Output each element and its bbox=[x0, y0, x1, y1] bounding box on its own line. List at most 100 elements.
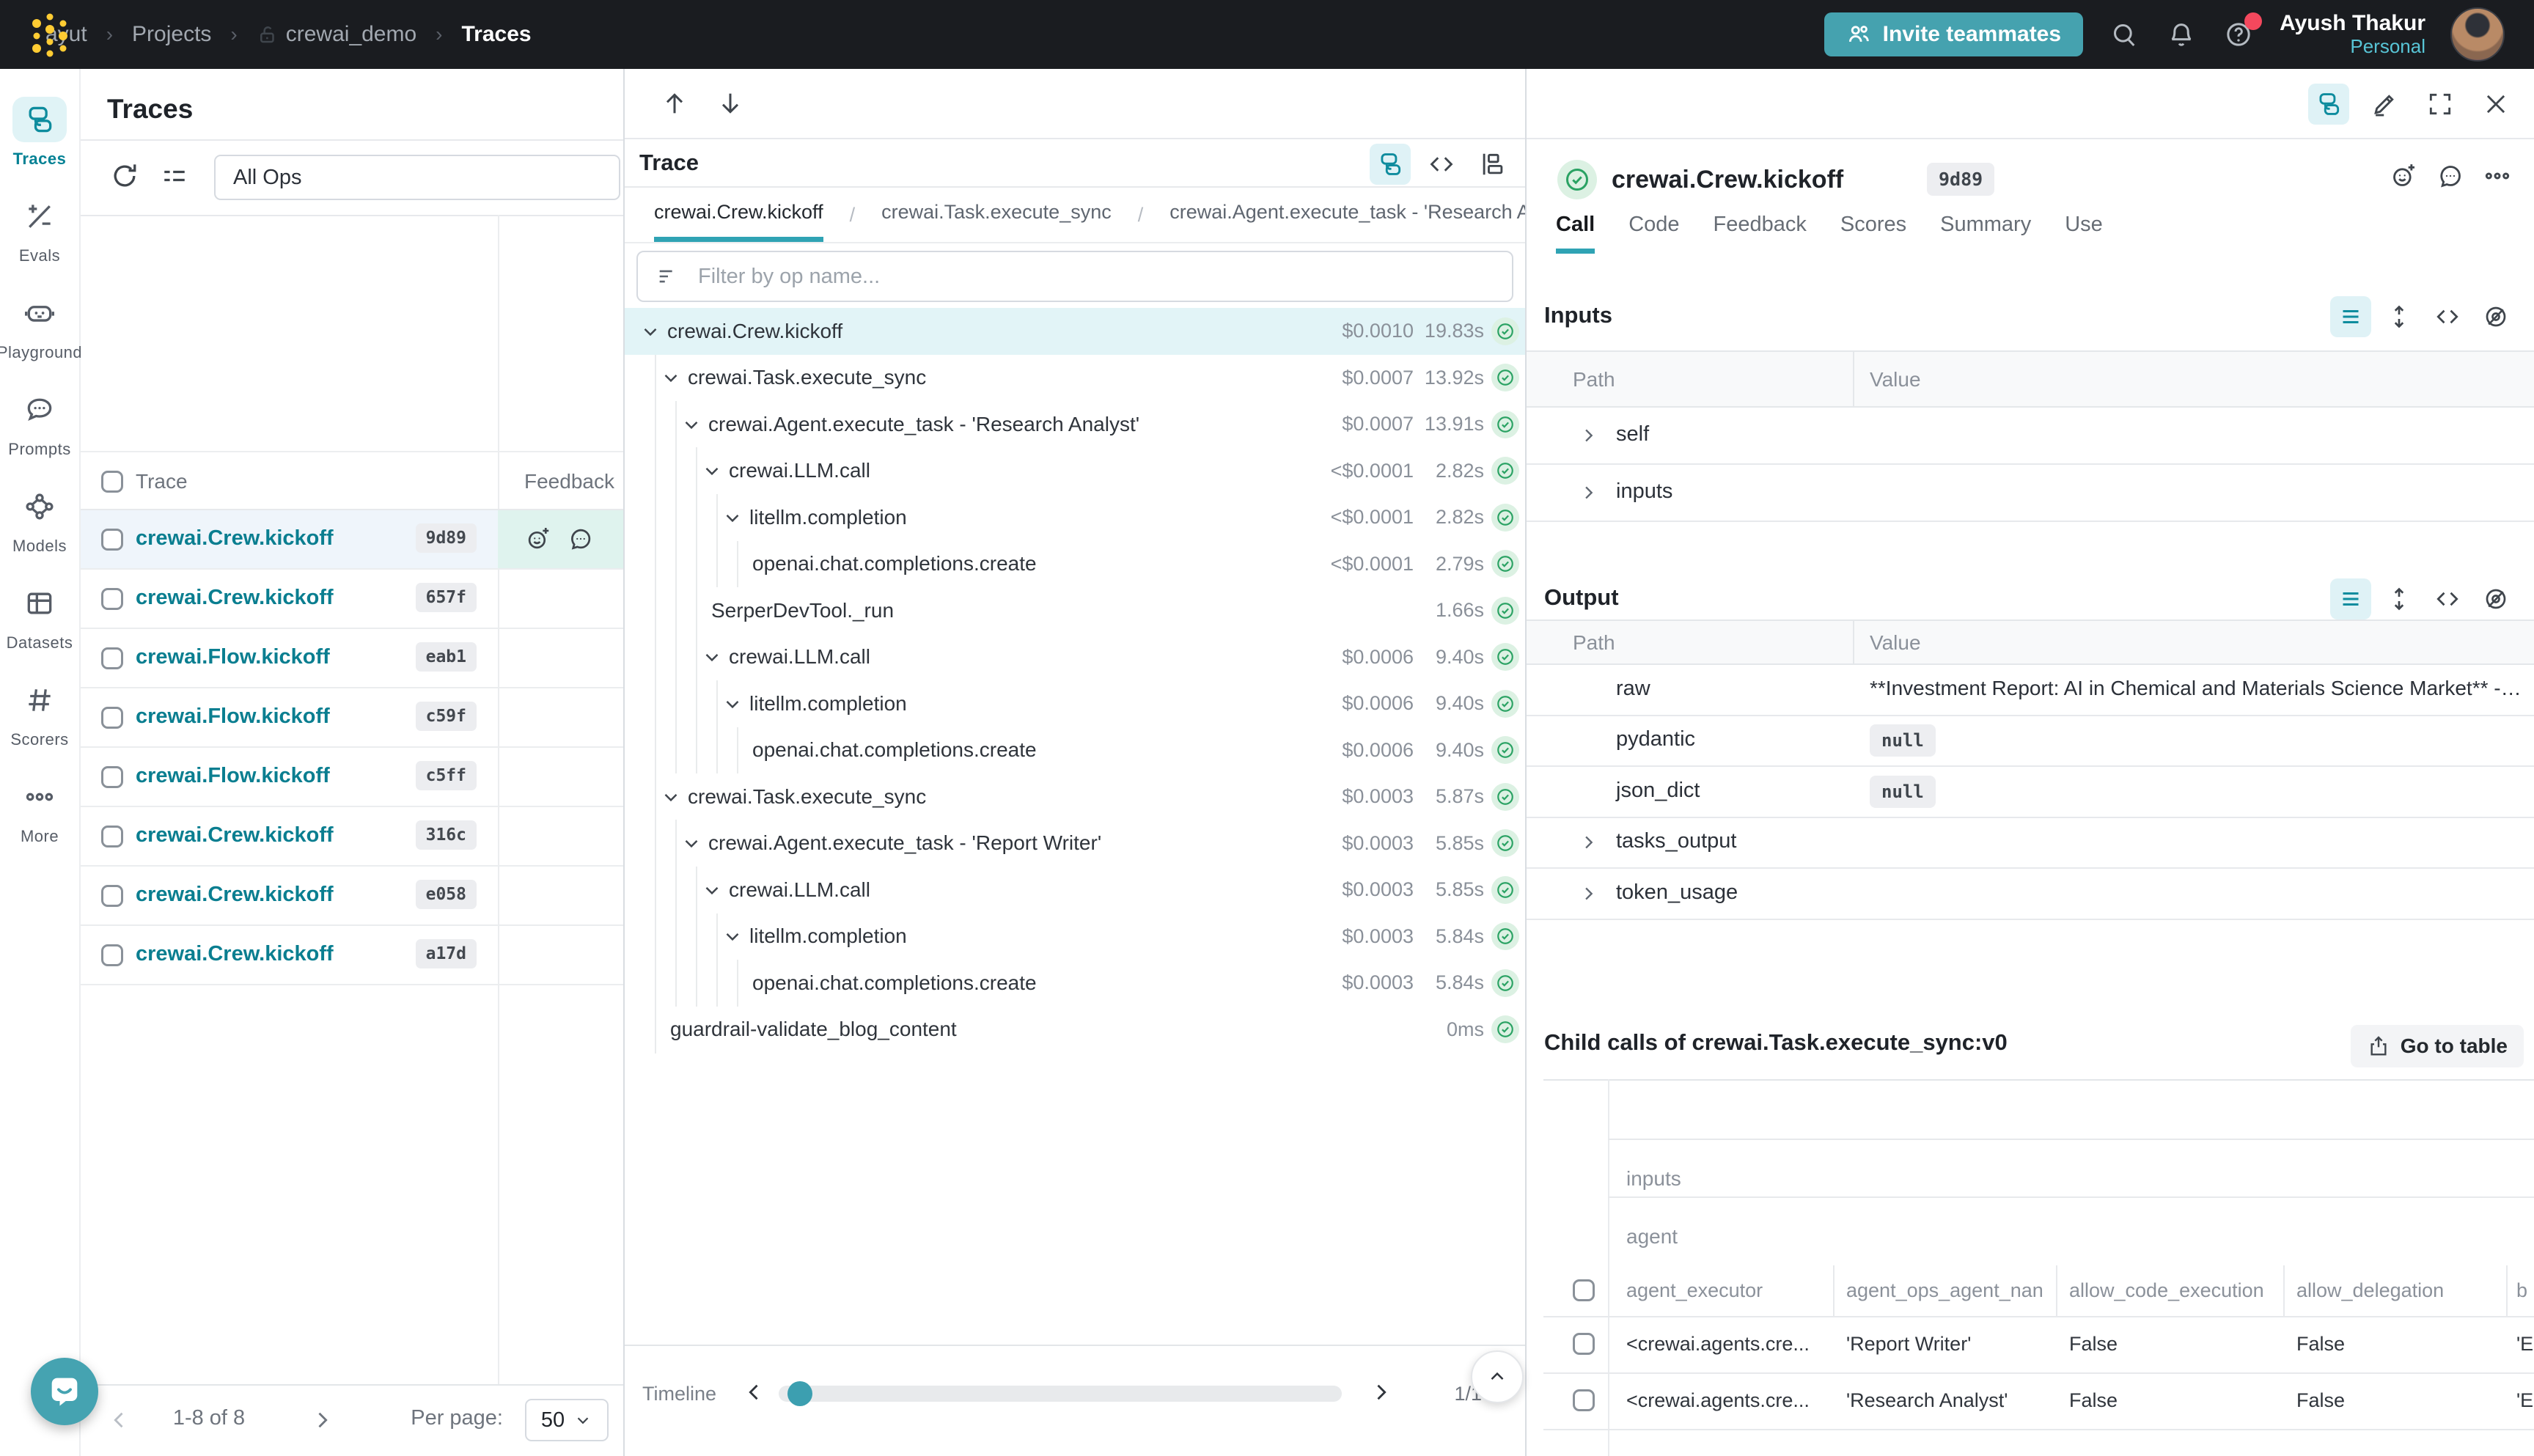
scroll-to-top-button[interactable] bbox=[1471, 1350, 1524, 1403]
output-row-tasks-output[interactable]: tasks_output bbox=[1527, 818, 2534, 869]
row-checkbox[interactable] bbox=[101, 766, 123, 788]
code-view-icon[interactable] bbox=[2427, 296, 2468, 337]
trace-link[interactable]: crewai.Flow.kickoff bbox=[136, 705, 330, 729]
avatar[interactable] bbox=[2450, 7, 2505, 62]
add-emoji-icon[interactable] bbox=[2389, 161, 2418, 191]
sidebar-item-traces[interactable]: Traces bbox=[0, 97, 80, 194]
sidebar-item-scorers[interactable]: Scorers bbox=[0, 677, 80, 774]
output-row-json-dict[interactable]: json_dict null bbox=[1527, 767, 2534, 818]
tab-crew-kickoff[interactable]: crewai.Crew.kickoff bbox=[654, 188, 823, 242]
chevron-down-icon[interactable] bbox=[701, 879, 723, 901]
timeline-prev-icon[interactable] bbox=[742, 1380, 767, 1405]
more-icon[interactable] bbox=[2483, 161, 2512, 191]
ops-filter-select[interactable]: All Ops bbox=[214, 155, 620, 200]
chevron-right-icon[interactable] bbox=[1578, 883, 1598, 904]
trace-link[interactable]: crewai.Flow.kickoff bbox=[136, 764, 330, 788]
table-row[interactable]: crewai.Crew.kickoff 316c bbox=[81, 807, 623, 867]
output-row-pydantic[interactable]: pydantic null bbox=[1527, 716, 2534, 768]
table-row[interactable]: crewai.Flow.kickoff eab1 bbox=[81, 629, 623, 688]
tab-code[interactable]: Code bbox=[1628, 213, 1679, 254]
comment-icon[interactable] bbox=[567, 525, 595, 553]
chevron-right-icon[interactable] bbox=[1578, 482, 1598, 503]
trace-link[interactable]: crewai.Crew.kickoff bbox=[136, 526, 334, 551]
chevron-down-icon[interactable] bbox=[721, 507, 743, 529]
table-row[interactable]: crewai.Crew.kickoff a17d bbox=[81, 926, 623, 985]
sidebar-item-evals[interactable]: Evals bbox=[0, 194, 80, 290]
expand-rows-icon[interactable] bbox=[2379, 578, 2420, 619]
fullscreen-icon[interactable] bbox=[2420, 84, 2461, 125]
hide-icon[interactable] bbox=[2475, 578, 2516, 619]
tab-use[interactable]: Use bbox=[2065, 213, 2103, 254]
sidebar-item-prompts[interactable]: Prompts bbox=[0, 387, 80, 484]
list-view-icon[interactable] bbox=[2330, 296, 2371, 337]
column-header[interactable]: allow_code_execution bbox=[2069, 1279, 2264, 1302]
user-block[interactable]: Ayush Thakur Personal bbox=[2280, 11, 2425, 58]
tab-feedback[interactable]: Feedback bbox=[1714, 213, 1807, 254]
list-view-icon[interactable] bbox=[2330, 578, 2371, 619]
table-row[interactable]: crewai.Flow.kickoff c59f bbox=[81, 688, 623, 748]
trace-link[interactable]: crewai.Crew.kickoff bbox=[136, 942, 334, 966]
tree-row[interactable]: crewai.LLM.call $0.0003 5.85s bbox=[625, 867, 1525, 913]
tree-row[interactable]: litellm.completion <$0.0001 2.82s bbox=[625, 494, 1525, 541]
tab-scores[interactable]: Scores bbox=[1840, 213, 1906, 254]
chevron-down-icon[interactable] bbox=[680, 413, 702, 435]
table-row[interactable]: crewai.Crew.kickoff 9d89 bbox=[81, 510, 623, 570]
tree-row[interactable]: crewai.Task.execute_sync $0.0003 5.87s bbox=[625, 773, 1525, 820]
filter-columns-button[interactable] bbox=[158, 160, 191, 192]
code-view-icon[interactable] bbox=[2427, 578, 2468, 619]
tab-task-execute-sync[interactable]: crewai.Task.execute_sync bbox=[881, 188, 1112, 242]
tree-row[interactable]: crewai.Agent.execute_task - 'Report Writ… bbox=[625, 820, 1525, 867]
chat-widget-button[interactable] bbox=[31, 1358, 98, 1425]
sidebar-item-datasets[interactable]: Datasets bbox=[0, 581, 80, 677]
sidebar-item-more[interactable]: More bbox=[0, 774, 80, 871]
hide-icon[interactable] bbox=[2475, 296, 2516, 337]
tree-row[interactable]: litellm.completion $0.0006 9.40s bbox=[625, 680, 1525, 727]
invite-teammates-button[interactable]: Invite teammates bbox=[1824, 12, 2083, 56]
chevron-down-icon[interactable] bbox=[701, 646, 723, 668]
table-row[interactable]: crewai.Flow.kickoff c5ff bbox=[81, 748, 623, 807]
expand-rows-icon[interactable] bbox=[2379, 296, 2420, 337]
tree-row[interactable]: litellm.completion $0.0003 5.84s bbox=[625, 913, 1525, 960]
breadcrumb-projects[interactable]: Projects bbox=[132, 22, 211, 47]
wandb-logo[interactable] bbox=[26, 11, 73, 58]
tree-view-icon[interactable] bbox=[2308, 84, 2349, 125]
arrow-up-icon[interactable] bbox=[660, 89, 689, 118]
tab-agent-execute-task[interactable]: crewai.Agent.execute_task - 'Research An… bbox=[1169, 188, 1525, 242]
chevron-right-icon[interactable] bbox=[1578, 832, 1598, 853]
row-checkbox[interactable] bbox=[101, 707, 123, 729]
row-checkbox[interactable] bbox=[101, 885, 123, 907]
tree-row[interactable]: crewai.Crew.kickoff $0.0010 19.83s bbox=[625, 308, 1525, 355]
tab-call[interactable]: Call bbox=[1556, 213, 1595, 254]
row-checkbox[interactable] bbox=[101, 588, 123, 610]
go-to-table-button[interactable]: Go to table bbox=[2351, 1025, 2524, 1067]
tree-row[interactable]: openai.chat.completions.create <$0.0001 … bbox=[625, 541, 1525, 588]
comment-icon[interactable] bbox=[2436, 161, 2465, 191]
feedback-column-header[interactable]: Feedback bbox=[524, 470, 614, 493]
tree-row[interactable]: crewai.LLM.call $0.0006 9.40s bbox=[625, 634, 1525, 681]
inputs-row-self[interactable]: self bbox=[1527, 408, 2534, 465]
column-header[interactable]: agent_executor bbox=[1626, 1279, 1763, 1302]
page-next-icon[interactable] bbox=[309, 1408, 334, 1433]
page-prev-icon[interactable] bbox=[107, 1408, 132, 1433]
timeline-next-icon[interactable] bbox=[1368, 1380, 1393, 1405]
select-all-checkbox[interactable] bbox=[1573, 1279, 1595, 1301]
trace-link[interactable]: crewai.Crew.kickoff bbox=[136, 823, 334, 848]
chevron-down-icon[interactable] bbox=[680, 832, 702, 854]
row-checkbox[interactable] bbox=[101, 647, 123, 669]
tree-row[interactable]: crewai.Agent.execute_task - 'Research An… bbox=[625, 401, 1525, 448]
breadcrumb-project[interactable]: crewai_demo bbox=[257, 22, 416, 47]
table-row[interactable]: crewai.Crew.kickoff 657f bbox=[81, 570, 623, 629]
trace-link[interactable]: crewai.Flow.kickoff bbox=[136, 645, 330, 669]
arrow-down-icon[interactable] bbox=[716, 89, 745, 118]
code-view-icon[interactable] bbox=[1421, 144, 1462, 185]
output-row-token-usage[interactable]: token_usage bbox=[1527, 869, 2534, 920]
row-checkbox[interactable] bbox=[1573, 1389, 1595, 1411]
per-page-select[interactable]: 50 bbox=[525, 1399, 609, 1441]
output-row-raw[interactable]: raw **Investment Report: AI in Chemical … bbox=[1527, 665, 2534, 716]
tree-row[interactable]: crewai.LLM.call <$0.0001 2.82s bbox=[625, 448, 1525, 495]
chevron-down-icon[interactable] bbox=[639, 320, 661, 342]
help-icon[interactable] bbox=[2222, 18, 2255, 51]
refresh-button[interactable] bbox=[109, 160, 141, 192]
chevron-down-icon[interactable] bbox=[721, 693, 743, 715]
inputs-row-inputs[interactable]: inputs bbox=[1527, 465, 2534, 522]
